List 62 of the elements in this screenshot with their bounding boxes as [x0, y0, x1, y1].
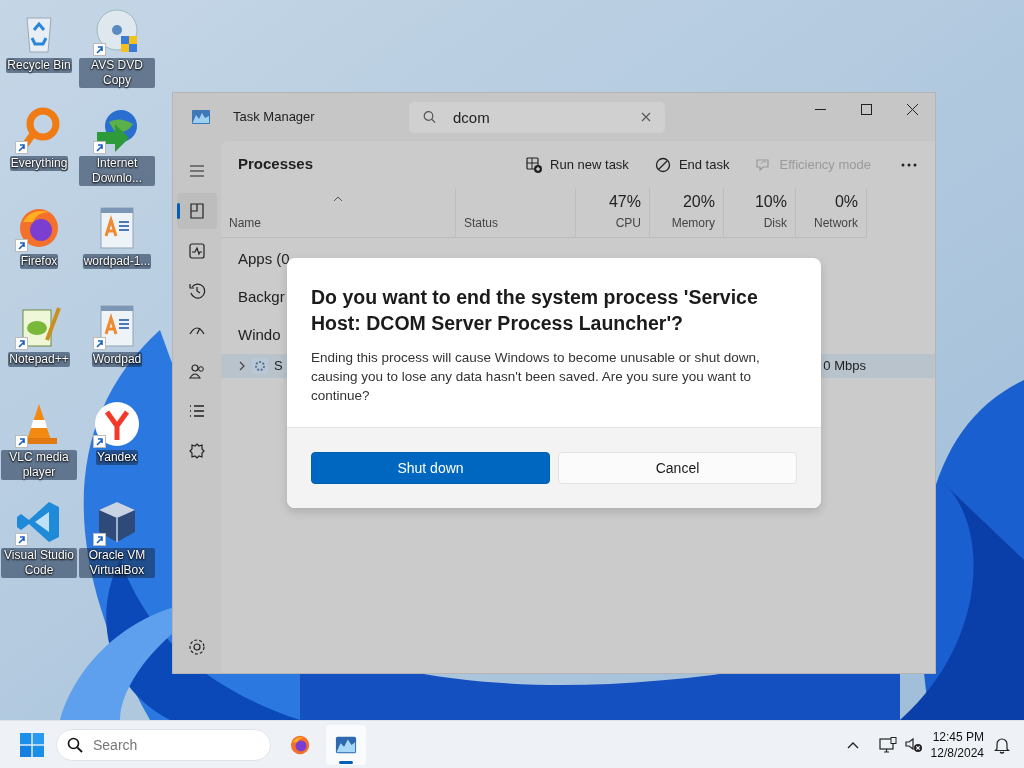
sort-caret-icon [333, 196, 343, 202]
new-task-icon [526, 156, 543, 173]
close-icon[interactable] [906, 103, 918, 115]
app-icon [192, 110, 210, 124]
monitor-icon[interactable] [878, 736, 897, 753]
list-icon [188, 402, 206, 420]
icon-label[interactable]: wordpad-1... [82, 254, 152, 269]
start-icon[interactable] [20, 732, 44, 757]
network-value: 0 Mbps [823, 357, 866, 376]
icon-label[interactable]: Everything [9, 156, 69, 171]
icon-label[interactable]: VLC media player [1, 450, 77, 480]
dialog-title: Do you want to end the system process 'Service Host: DCOM Server Process Launcher'? [311, 285, 759, 336]
chevron-icon[interactable] [238, 361, 246, 371]
clear-icon[interactable] [641, 112, 651, 122]
icon-label[interactable]: Firefox [19, 254, 59, 269]
column-header[interactable]: 10% Disk [724, 188, 796, 238]
settings-icon [188, 638, 206, 656]
taskbar-app[interactable] [326, 724, 366, 765]
menu-icon [188, 162, 206, 180]
maximize-icon[interactable] [860, 103, 872, 115]
icon-label[interactable]: Visual Studio Code [1, 548, 77, 578]
bell-icon[interactable] [994, 735, 1010, 754]
dialog-message: Ending this process will cause Windows to become unusable or shut down, causing you to lose any data hasn't been saved. Are you sure you want to continue? [311, 349, 761, 405]
page-title: Processes [238, 154, 315, 175]
column-header[interactable]: Name [221, 188, 456, 238]
icon-label[interactable]: AVS DVD Copy [79, 58, 155, 88]
icon-label[interactable]: Recycle Bin [6, 58, 72, 73]
end-task-icon [654, 156, 671, 173]
search-field[interactable]: dcom [409, 101, 665, 133]
search-icon [67, 736, 83, 753]
icon-label[interactable]: Oracle VM VirtualBox [79, 548, 155, 578]
chart-icon [188, 242, 206, 260]
icon-label[interactable]: Notepad++ [8, 352, 70, 367]
shut-down-button[interactable]: Shut down [311, 452, 550, 484]
toolbar-button[interactable]: Run new task [516, 148, 639, 181]
column-header[interactable]: 47% CPU [576, 188, 650, 238]
history-icon [188, 282, 206, 300]
process-name: S [274, 357, 283, 376]
nav-item[interactable] [177, 193, 217, 229]
cancel-button[interactable]: Cancel [558, 452, 797, 484]
more-icon[interactable] [901, 162, 917, 167]
icon-label[interactable]: Yandex [96, 450, 138, 465]
clock-time[interactable]: 12:45 PM [930, 728, 984, 745]
icon-label[interactable]: Wordpad [91, 352, 143, 367]
logo-icon[interactable] [93, 400, 141, 448]
search-field[interactable]: Search [56, 728, 271, 761]
clock-date[interactable]: 12/8/2024 [930, 744, 984, 761]
processes-icon [188, 202, 206, 220]
icon-label[interactable]: Internet Downlo... [79, 156, 155, 186]
speaker-muted-icon[interactable] [904, 736, 923, 753]
column-header[interactable]: 20% Memory [650, 188, 724, 238]
toolbar-button[interactable]: End task [644, 148, 740, 181]
window-title: Task Manager [233, 108, 316, 127]
group-label[interactable]: Windo [238, 323, 281, 347]
group-label[interactable]: Backgr [238, 285, 285, 309]
search-icon [423, 110, 436, 124]
chevron-up-icon[interactable] [846, 740, 859, 749]
browser-icon [290, 733, 312, 756]
users-icon [188, 362, 206, 380]
column-header[interactable]: 0% Network [796, 188, 867, 238]
column-header[interactable]: Status [456, 188, 576, 238]
group-label[interactable]: Apps (0 [238, 247, 290, 271]
